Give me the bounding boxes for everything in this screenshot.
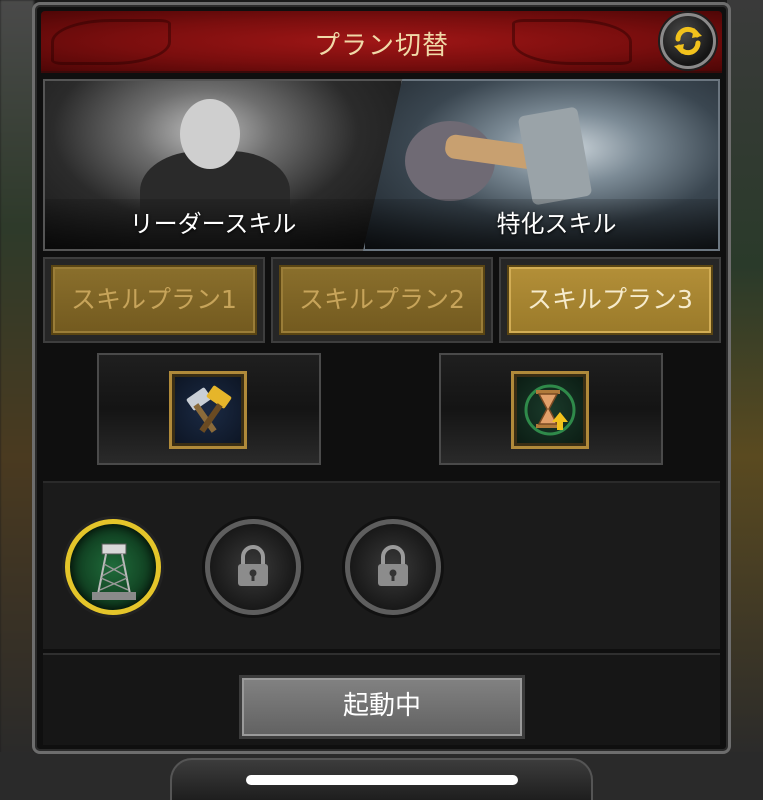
tab-leader-skill-label: リーダースキル [129,210,297,238]
refresh-button[interactable] [660,13,716,69]
tower-icon [92,543,136,600]
skill-plan-row: スキルプラン1 スキルプラン2 スキルプラン3 [43,257,721,343]
lock-icon [378,545,408,586]
skill-plan-3-button[interactable]: スキルプラン3 [507,265,713,335]
talent-area [43,481,720,649]
plan-switch-dialog: プラン切替 リーダースキル 特化スキル スキルプラン1 スキルプラン2 スキルプ… [32,2,731,754]
plan-slot-2: スキルプラン2 [271,257,493,343]
talent-slot-locked-2[interactable] [345,519,441,615]
activated-button[interactable]: 起動中 [239,675,525,739]
talent-slot-tower[interactable] [65,519,161,615]
hourglass-upgrade-icon [511,371,589,449]
dialog-title: プラン切替 [313,31,449,61]
tab-leader-skill[interactable]: リーダースキル [43,79,403,251]
dialog-header: プラン切替 [41,11,722,73]
plan-slot-3: スキルプラン3 [499,257,721,343]
skill-plan-2-button[interactable]: スキルプラン2 [279,265,485,335]
skill-type-tabs: リーダースキル 特化スキル [43,79,720,251]
background-left [0,0,34,760]
crossed-hammers-icon [169,371,247,449]
tab-special-skill-label: 特化スキル [496,210,617,238]
home-indicator[interactable] [246,775,518,785]
skill-plan-1-button[interactable]: スキルプラン1 [51,265,257,335]
dialog-footer: 起動中 [43,653,720,745]
tab-special-skill[interactable]: 特化スキル [363,79,720,251]
refresh-icon [674,26,702,56]
equipped-skill-slot-2[interactable] [439,353,663,465]
equipped-skill-slot-1[interactable] [97,353,321,465]
special-art-hammer [517,106,593,206]
talent-slot-locked-1[interactable] [205,519,301,615]
lock-icon [238,545,268,586]
leader-portrait-head [180,99,240,169]
plan-slot-1: スキルプラン1 [43,257,265,343]
background-right [727,0,763,760]
